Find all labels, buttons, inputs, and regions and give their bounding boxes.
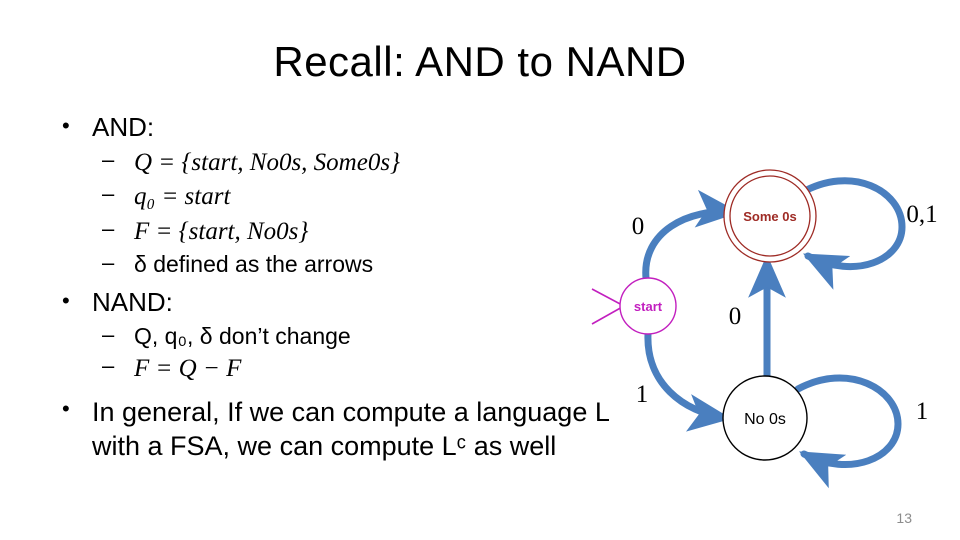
slide-body: • AND: – Q = {start, No0s, Some0s} – q₀ …: [30, 112, 650, 463]
bullet-nand-unchanged: – Q, q₀, δ don’t change: [30, 321, 650, 353]
bullet-nand-label: NAND:: [92, 286, 173, 317]
bullet-and-q-set: – Q = {start, No0s, Some0s}: [30, 146, 650, 181]
bullet-and-q-set-text: Q = {start, No0s, Some0s}: [134, 148, 401, 176]
state-some0s-label: Some 0s: [743, 209, 796, 224]
bullet-nand: • NAND:: [30, 287, 650, 319]
bullet-marker-dot: •: [62, 113, 70, 138]
bullet-marker-dot: •: [62, 395, 70, 421]
edge-label-start-to-some0s: 0: [632, 213, 645, 240]
state-no0s[interactable]: No 0s: [722, 375, 808, 461]
bullet-marker-dash: –: [102, 146, 115, 172]
bullet-and-delta-text: δ defined as the arrows: [134, 251, 374, 278]
edge-label-some0s-self-loop: 0,1: [906, 201, 937, 228]
bullet-general-line2: with a FSA, we can compute Lᶜ as well: [92, 430, 557, 461]
bullet-marker-dash: –: [102, 250, 115, 276]
bullet-and-label: AND:: [92, 112, 155, 142]
transition-start-to-some0s: [642, 189, 740, 282]
start-arrow-icon: [591, 288, 626, 325]
transition-some0s-self-loop: [797, 177, 906, 290]
page-number: 13: [896, 510, 912, 526]
bullet-marker-dash: –: [102, 321, 115, 347]
state-start-label: start: [634, 299, 663, 314]
state-no0s-label: No 0s: [744, 411, 786, 428]
edge-label-start-to-no0s: 1: [636, 381, 649, 408]
transition-start-to-no0s: [644, 330, 732, 432]
bullet-marker-dash: –: [102, 215, 115, 241]
bullet-marker-dash: –: [102, 181, 115, 207]
bullet-and-f-set-text: F = {start, No0s}: [134, 217, 309, 245]
edge-label-no0s-self-loop: 1: [916, 398, 929, 425]
bullet-and: • AND:: [30, 112, 650, 144]
bullet-nand-unchanged-text: Q, q₀, δ don’t change: [134, 322, 351, 349]
bullet-and-f-set: – F = {start, No0s}: [30, 215, 650, 250]
state-start[interactable]: start: [619, 277, 677, 335]
bullet-general-line1: In general, If we can compute a language…: [92, 396, 610, 427]
page-title: Recall: AND to NAND: [273, 38, 687, 85]
state-some0s[interactable]: Some 0s: [723, 169, 817, 263]
bullet-marker-dot: •: [62, 287, 70, 313]
bullet-and-q0-text: q₀ = start: [134, 183, 231, 211]
transition-no0s-self-loop: [794, 374, 902, 489]
fsa-diagram: start Some 0s No 0s 0 1 0 0,1 1: [584, 156, 960, 496]
bullet-nand-complement-text: F = Q − F: [134, 355, 242, 383]
bullet-marker-dash: –: [102, 353, 115, 379]
bullet-general: • In general, If we can compute a langua…: [30, 395, 650, 463]
edge-label-no0s-to-some0s: 0: [729, 303, 742, 330]
bullet-and-q0: – q₀ = start: [30, 180, 650, 215]
bullet-nand-complement: – F = Q − F: [30, 352, 650, 387]
bullet-and-delta: – δ defined as the arrows: [30, 249, 650, 281]
